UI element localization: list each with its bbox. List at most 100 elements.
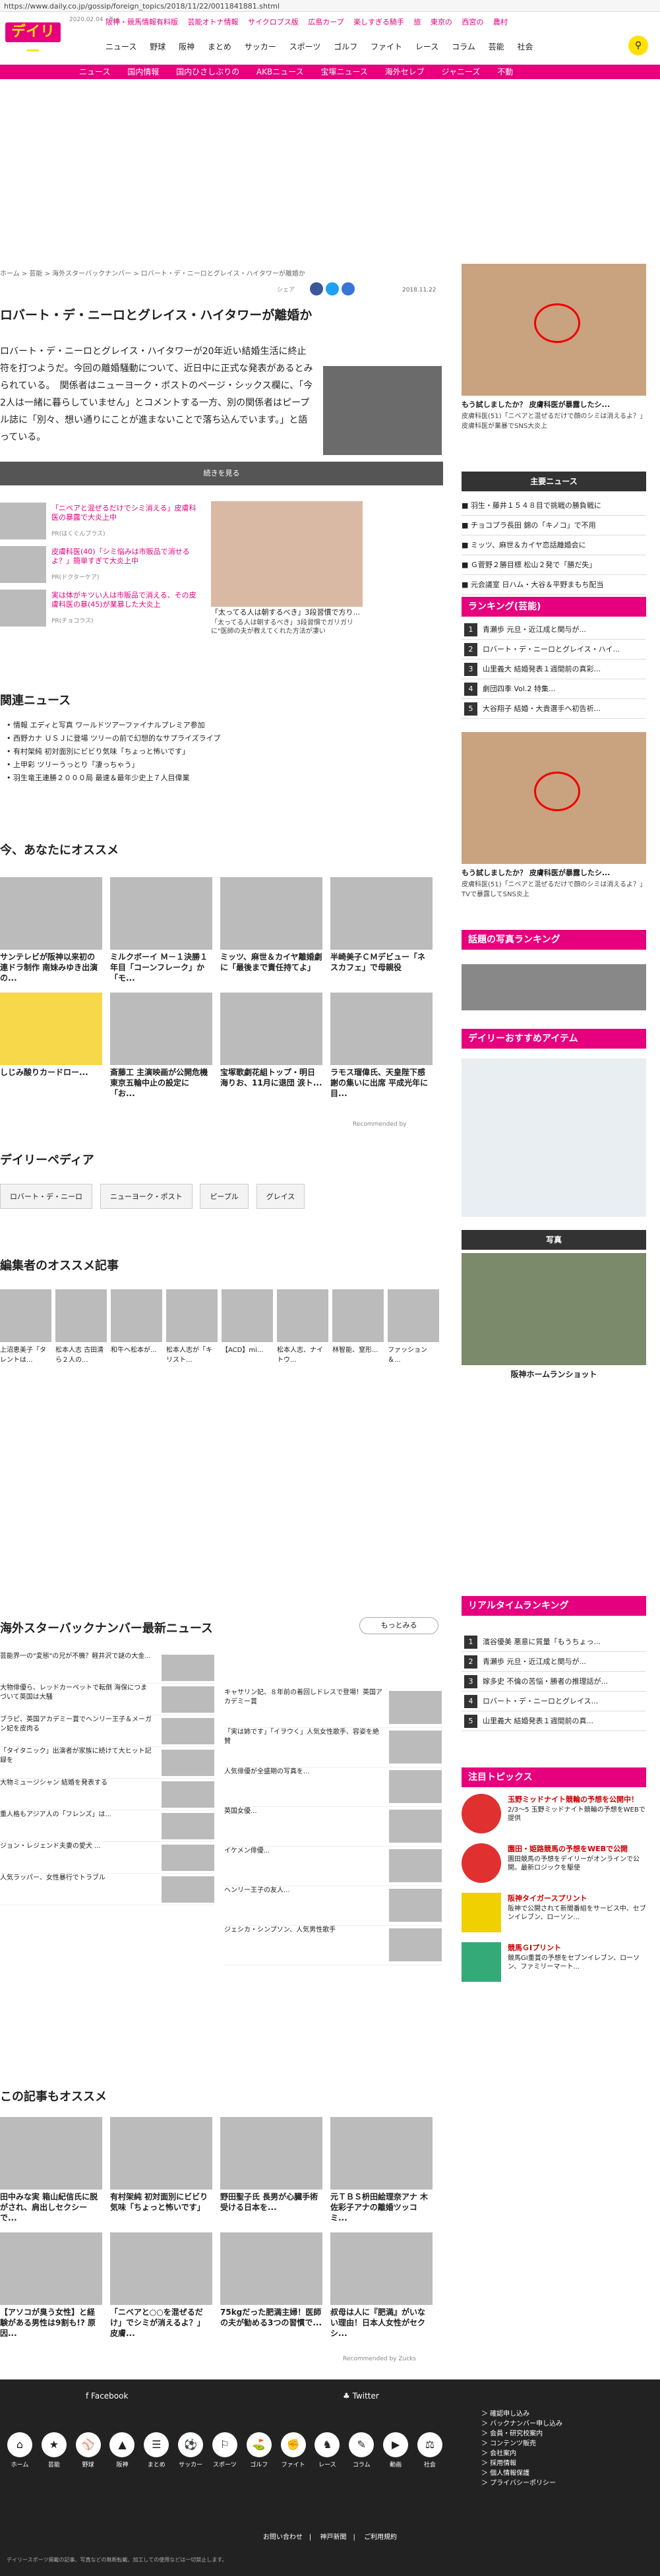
- footer-icon[interactable]: ★ 芸能: [41, 2432, 67, 2469]
- realtime-item[interactable]: 4 ロバート・デ・ニーロとグレイス...: [462, 1692, 646, 1711]
- nav-item[interactable]: 野球: [150, 42, 165, 51]
- right-ad-image-2[interactable]: [462, 732, 646, 864]
- osusume-card[interactable]: サンテレビが阪神以来初の連ドラ制作 南妹みゆき出演の...: [0, 877, 102, 983]
- osusume-card[interactable]: しじみ酸りカードロー...: [0, 993, 102, 1099]
- related-item[interactable]: • 情報 エディと写真 ワールドツアーファイナルプレミア参加: [7, 719, 442, 732]
- main-news-item[interactable]: ■ 元会議室 日ハム・大谷＆平野まもち配当: [462, 575, 646, 595]
- article-photo[interactable]: [323, 366, 442, 455]
- main-news-item[interactable]: ■ Ｇ菅野２勝目標 松山２発で「勝だ失」: [462, 555, 646, 575]
- footer-link[interactable]: ＞ 会員・研究校案内: [481, 2429, 562, 2439]
- footer-link[interactable]: ＞ バックナンバー申し込み: [481, 2419, 562, 2429]
- pedia-tag[interactable]: グレイス: [256, 1184, 305, 1209]
- top-link[interactable]: サイクロプス版: [248, 18, 299, 26]
- top-link[interactable]: 阪神・競馬情報有料版: [105, 18, 178, 26]
- related2-card[interactable]: 野田聖子氏 長男が心臓手術受ける日本を...: [220, 2117, 322, 2223]
- breadcrumb[interactable]: ホーム > 芸能 > 海外スターバックナンバー > ロバート・デ・ニーロとグレイ…: [0, 268, 305, 278]
- browser-url-bar[interactable]: https://www.daily.co.jp/gossip/foreign_t…: [0, 0, 660, 12]
- search-icon[interactable]: ⚲: [628, 36, 648, 55]
- footer-icon[interactable]: ♞ レース: [314, 2432, 340, 2469]
- related2-card[interactable]: 有村架純 初対面別にビビり気味「ちょっと怖いです」: [110, 2117, 212, 2223]
- related-item[interactable]: • 羽生竜王連勝２０００局 最速＆最年少史上７人目偉業: [7, 772, 442, 785]
- nav-item[interactable]: まとめ: [208, 42, 231, 51]
- backnumber-item[interactable]: 「タイタニック」出演者が家族に続けて大ヒット記録を: [0, 1747, 214, 1779]
- twitter-share-icon[interactable]: [326, 282, 339, 295]
- backnumber-item[interactable]: 英国女優...: [224, 1807, 442, 1847]
- footer-link[interactable]: ＞ 確認申し込み: [481, 2409, 562, 2419]
- related2-card[interactable]: 田中みな実 箱山紀信氏に脱がされ、肩出しセクシーで...: [0, 2117, 102, 2223]
- editor-card[interactable]: 上沼恵美子「タレントは...: [0, 1289, 51, 1364]
- sub-nav-item[interactable]: ニュース: [79, 67, 110, 77]
- topic-item[interactable]: 競馬ＧⅠプリント 競馬GⅠ重賞の予想をセブンイレブン、ローソン、ファミリーマート.…: [462, 1942, 646, 1992]
- footer-icon[interactable]: ⚽ サッカー: [177, 2432, 204, 2469]
- related-item[interactable]: • 西野カナ ＵＳＪに登場 ツリーの前で幻想的なサプライズライブ: [7, 732, 442, 745]
- bookmark-share-icon[interactable]: [342, 282, 355, 295]
- footer-icon[interactable]: ☰ まとめ: [143, 2432, 169, 2469]
- right-ad-title[interactable]: もう試しましたか？ 皮膚科医が暴露したシ...: [462, 399, 646, 410]
- right-ad-image[interactable]: [462, 264, 646, 396]
- backnumber-item[interactable]: 人気ラッパー、女性暴行でトラブル: [0, 1874, 214, 1905]
- editor-card[interactable]: 松本人志、ナイトウ...: [277, 1289, 328, 1364]
- editor-card[interactable]: 林智能、窒形...: [332, 1289, 384, 1364]
- top-link[interactable]: 広島カープ: [308, 18, 344, 26]
- promo-big-image[interactable]: [211, 501, 363, 607]
- realtime-item[interactable]: 2 青瀬歩 元旦・近江成と関与が...: [462, 1652, 646, 1672]
- backnumber-item[interactable]: 「実は姉です」「イヲウく」人気女性歌手、容姿を絶賛: [224, 1728, 442, 1767]
- ranking-item[interactable]: 3 山里義大 結婚発表１週間前の真彩...: [462, 659, 646, 679]
- footer-icon[interactable]: ✊ ファイト: [280, 2432, 307, 2469]
- footer-link[interactable]: ＞ 採用情報: [481, 2459, 562, 2469]
- backnumber-item[interactable]: ブラピ、英国アカデミー賞でヘンリー王子＆メーガン妃を皮肉る: [0, 1715, 214, 1747]
- osusume-card[interactable]: ミルクボーイ Ｍ－１決勝１年目「コーンフレーク」か「モ...: [110, 877, 212, 983]
- footer-link[interactable]: ＞ コンテンツ販売: [481, 2439, 562, 2449]
- nav-item[interactable]: ニュース: [105, 42, 136, 51]
- editor-card[interactable]: 松本人志 古田清ら２人の...: [55, 1289, 107, 1364]
- backnumber-item[interactable]: 人気俳優が全盛期の写真を...: [224, 1767, 442, 1807]
- realtime-item[interactable]: 3 嫁多史 不倫の苦悩・勝者の推理話が...: [462, 1672, 646, 1692]
- right-ad-title-2[interactable]: もう試しましたか？ 皮膚科医が暴露したシ...: [462, 867, 646, 878]
- read-more-button[interactable]: 続きを見る: [0, 462, 443, 485]
- promo-item[interactable]: 「ニベアと混ぜるだけでシミ消える」皮膚科医の暴露で大炎上中 PR(はくぐんブラス…: [0, 503, 208, 546]
- nav-item[interactable]: ゴルフ: [334, 42, 357, 51]
- sub-nav-item[interactable]: ジャニーズ: [442, 67, 481, 77]
- footer-bottom-link[interactable]: お問い合わせ: [263, 2534, 303, 2541]
- nav-item[interactable]: スポーツ: [289, 42, 321, 51]
- promo-item[interactable]: 実は体がキツい人は市販品で消える、その皮膚科医の暴(45)が業暴した大炎上 PR…: [0, 590, 208, 633]
- main-news-item[interactable]: ■ 羽生・藤井１５４８目で挑戦の勝負戦に: [462, 496, 646, 516]
- editor-card[interactable]: ファッション＆...: [388, 1289, 439, 1364]
- ranking-item[interactable]: 2 ロバート・デ・ニーロとグレイス・ハイ...: [462, 640, 646, 659]
- sub-nav-item[interactable]: 宝塚ニュース: [320, 67, 367, 77]
- nav-item[interactable]: コラム: [452, 42, 475, 51]
- topic-item[interactable]: 阪神タイガースプリント 阪神で公開されて新聞番組をサービス中、セブンイレブン、ロー…: [462, 1893, 646, 1942]
- osusume-card[interactable]: ラモス瑠偉氏、天皇陛下感謝の集いに出席 平成光年に目...: [330, 993, 433, 1099]
- main-news-item[interactable]: ■ チョコプラ長田 錦の「キノコ」で不用: [462, 516, 646, 536]
- more-button[interactable]: もっとみる: [359, 1617, 438, 1634]
- backnumber-item[interactable]: 芸能界一の"変態"の兄が不機？軽井沢で謎の大金...: [0, 1652, 214, 1684]
- sub-nav-item[interactable]: 国内ひさしぶりの: [176, 67, 239, 77]
- footer-icon[interactable]: ▲ 阪神: [109, 2432, 135, 2469]
- osusume-card[interactable]: 宝塚歌劇花組トップ・明日海りお、11月に退団 涙ト...: [220, 993, 322, 1099]
- footer-icon-home[interactable]: ⌂ ホーム: [7, 2432, 33, 2469]
- topic-item[interactable]: 玉野ミッドナイト競輪の予想を公開中！ 2/3～5 玉野ミッドナイト競輪の予想をWE…: [462, 1794, 646, 1843]
- photo-slider[interactable]: [462, 1253, 646, 1365]
- ranking-item[interactable]: 1 青瀬歩 元旦・近江成と関与が...: [462, 620, 646, 640]
- photo-ranking-strip[interactable]: [462, 964, 646, 1010]
- footer-bottom-link[interactable]: ご利用規約: [364, 2534, 397, 2541]
- nav-item[interactable]: ファイト: [371, 42, 402, 51]
- ranking-item[interactable]: 4 劇団四季 Vol.2 特集...: [462, 679, 646, 699]
- footer-icon[interactable]: ▶ 動画: [382, 2432, 409, 2469]
- footer-icon[interactable]: ✎ コラム: [348, 2432, 375, 2469]
- related2-card[interactable]: 【アソコが臭う女性】と経験がある男性は9割も!? 原因...: [0, 2232, 102, 2339]
- related-item[interactable]: • 上甲彩 ツリーうっとり「凄っちゃう」: [7, 758, 442, 772]
- sub-nav-item[interactable]: 国内情報: [127, 67, 159, 77]
- pedia-tag[interactable]: ニューヨーク・ポスト: [100, 1184, 193, 1209]
- editor-card[interactable]: 松本人志が「キリスト...: [166, 1289, 218, 1364]
- realtime-item[interactable]: 5 山里義大 結婚発表１週間前の真...: [462, 1711, 646, 1731]
- backnumber-item[interactable]: 大物ミュージシャン 結婚を発表する: [0, 1779, 214, 1810]
- top-link[interactable]: 東京の: [431, 18, 452, 26]
- ranking-item[interactable]: 5 大谷翔子 結婚・大貴選手へ初告祈...: [462, 699, 646, 719]
- main-news-item[interactable]: ■ ミッツ、麻世＆カイヤ恋話離婚会に: [462, 536, 646, 555]
- top-link[interactable]: 農村: [493, 18, 508, 26]
- related2-card[interactable]: 元ＴＢＳ枡田絵理奈アナ 木佐彩子アナの離婚ツッコミ...: [330, 2117, 433, 2223]
- related2-card[interactable]: 叔母は人に『肥満』がいない理由！日本人女性がセクシ...: [330, 2232, 433, 2339]
- items-image[interactable]: [462, 1058, 646, 1217]
- pedia-tag[interactable]: ピープル: [200, 1184, 249, 1209]
